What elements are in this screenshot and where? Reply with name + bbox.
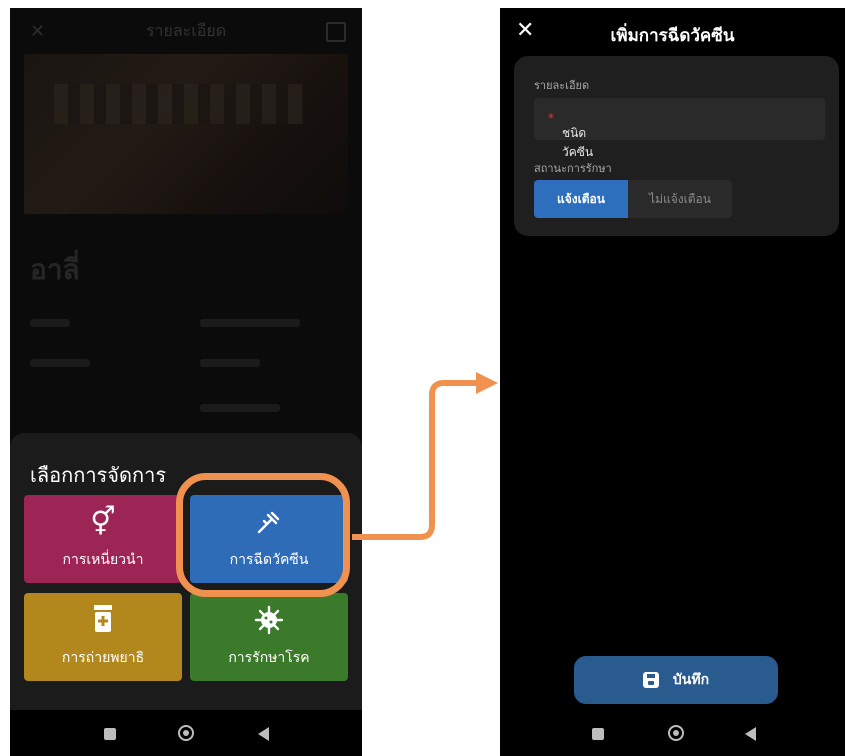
reminder-toggle: แจ้งเตือน ไม่แจ้งเตือน: [534, 180, 732, 218]
right-phone-screen: ✕ เพิ่มการฉีดวัคซีน รายละเอียด ชนิดวัคซี…: [500, 8, 845, 756]
header: ✕ เพิ่มการฉีดวัคซีน: [500, 8, 845, 56]
android-nav-bar: [500, 710, 845, 756]
details-section-label: รายละเอียด: [534, 79, 590, 92]
notify-on-option[interactable]: แจ้งเตือน: [534, 180, 628, 218]
notify-off-option[interactable]: ไม่แจ้งเตือน: [628, 180, 732, 218]
save-button[interactable]: บันทึก: [574, 656, 778, 704]
home-icon[interactable]: [668, 725, 684, 741]
back-icon[interactable]: [745, 727, 756, 741]
status-section-label: สถานะการรักษา: [534, 162, 612, 175]
required-mark: *: [548, 111, 554, 125]
save-label: บันทึก: [672, 672, 710, 688]
vaccine-type-field[interactable]: ชนิดวัคซีน *: [534, 98, 825, 159]
page-title: เพิ่มการฉีดวัคซีน: [610, 26, 735, 46]
details-card: รายละเอียด ชนิดวัคซีน * สถานะการรักษา แจ…: [514, 56, 839, 236]
recents-icon[interactable]: [592, 728, 604, 740]
vaccine-type-label: ชนิดวัคซีน: [562, 126, 594, 159]
save-disk-icon: [642, 672, 659, 688]
